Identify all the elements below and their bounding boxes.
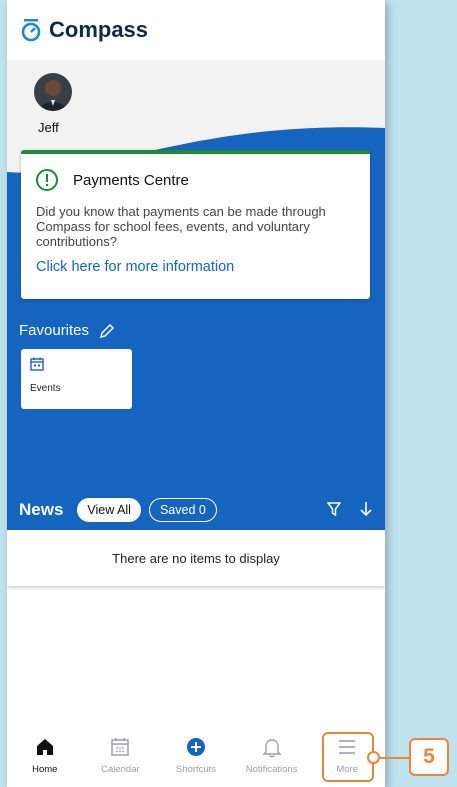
- nav-calendar-label: Calendar: [101, 764, 140, 775]
- nav-shortcuts[interactable]: Shortcuts: [158, 728, 234, 787]
- news-title: News: [19, 500, 64, 519]
- favourites-title: Favourites: [19, 322, 90, 339]
- app-title: Compass: [49, 17, 149, 42]
- nav-home[interactable]: Home: [7, 728, 83, 787]
- favourite-tile-events[interactable]: Events: [21, 349, 132, 409]
- step-number-badge: 5: [409, 738, 449, 776]
- top-bar: Compass: [7, 0, 385, 60]
- nav-home-label: Home: [32, 764, 58, 775]
- calendar-icon: [111, 738, 130, 756]
- user-name: Jeff: [38, 120, 59, 135]
- home-icon: [36, 739, 53, 755]
- arrow-down-icon[interactable]: [359, 501, 373, 517]
- view-all-button[interactable]: View All: [77, 498, 141, 522]
- saved-button[interactable]: Saved 0: [148, 498, 217, 522]
- nav-shortcuts-label: Shortcuts: [175, 764, 217, 775]
- more-information-link[interactable]: Click here for more information: [21, 249, 370, 275]
- avatar[interactable]: [34, 73, 72, 111]
- empty-message: There are no items to display: [112, 550, 280, 566]
- nav-notifications[interactable]: Notifications: [234, 728, 310, 787]
- favourite-tile-label: Events: [30, 383, 61, 394]
- exclamation-circle-icon: [36, 169, 58, 191]
- payments-centre-card: Payments Centre Did you know that paymen…: [21, 150, 370, 299]
- card-title: Payments Centre: [73, 171, 189, 189]
- calendar-icon: [30, 357, 44, 371]
- dashboard-hero: Jeff Payments Centre Did you know that p…: [7, 60, 385, 530]
- pencil-icon[interactable]: [99, 323, 115, 339]
- nav-calendar[interactable]: Calendar: [83, 728, 159, 787]
- favourites-header: Favourites: [19, 322, 115, 339]
- callout-connector-dot: [367, 751, 380, 764]
- nav-notifications-label: Notifications: [245, 764, 298, 775]
- plus-circle-icon: [186, 738, 205, 756]
- phone-screen: Compass Jeff Payments Centre Did you kno…: [7, 0, 385, 787]
- filter-icon[interactable]: [327, 502, 341, 516]
- compass-logo-icon: [21, 19, 41, 42]
- news-header: News View All Saved 0: [7, 490, 385, 530]
- bell-icon: [261, 739, 282, 758]
- card-body-text: Did you know that payments can be made t…: [36, 204, 326, 249]
- news-empty-state: There are no items to display: [7, 530, 385, 586]
